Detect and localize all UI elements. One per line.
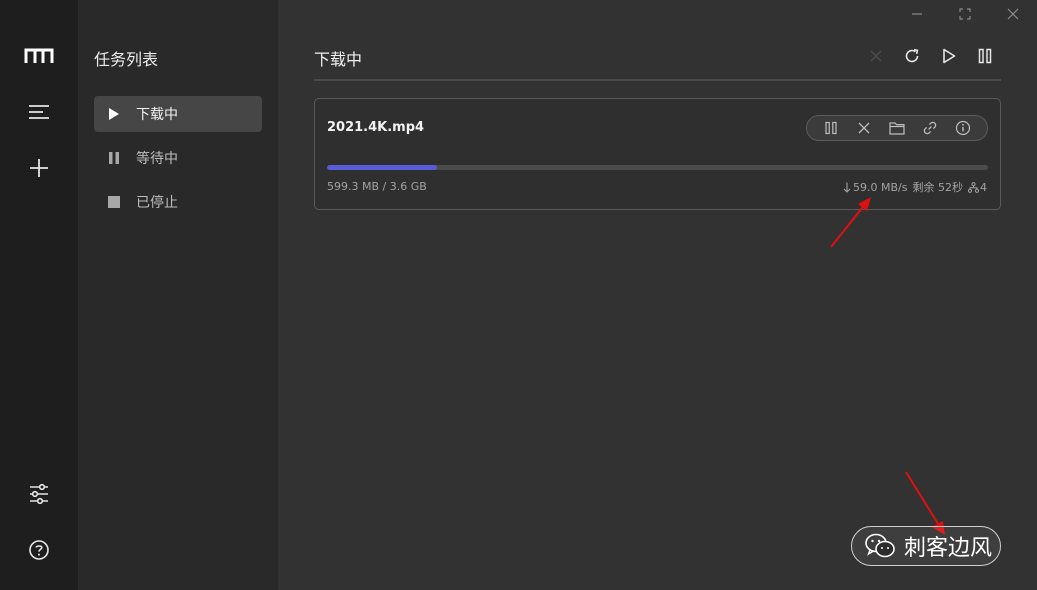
arrow-down-icon <box>843 182 851 193</box>
close-window-button[interactable] <box>1001 4 1025 24</box>
delete-task-button[interactable] <box>854 118 874 138</box>
folder-icon <box>889 122 905 135</box>
pause-all-button[interactable] <box>973 44 997 68</box>
task-list-sidebar: 任务列表 下载中 等待中 已停止 <box>78 0 278 590</box>
help-icon[interactable] <box>19 530 59 570</box>
logo-icon[interactable] <box>19 36 59 76</box>
progress-bar <box>327 165 988 170</box>
add-icon[interactable] <box>19 148 59 188</box>
watermark-badge: 刺客边风 <box>851 526 1001 566</box>
sidebar-item-stopped[interactable]: 已停止 <box>94 184 262 220</box>
minimize-window-button[interactable] <box>905 4 929 24</box>
task-size: 599.3 MB / 3.6 GB <box>327 180 427 193</box>
sidebar-item-label: 等待中 <box>136 151 178 167</box>
task-item[interactable]: 2021.4K.mp4 599.3 MB / 3.6 GB 59.0 MB/s … <box>314 98 1001 210</box>
pause-icon <box>978 48 992 64</box>
pause-icon <box>106 150 122 166</box>
pause-task-button[interactable] <box>821 118 841 138</box>
task-info-button[interactable] <box>953 118 973 138</box>
download-speed: 59.0 MB/s <box>853 180 908 194</box>
play-icon <box>943 48 956 64</box>
resume-all-button[interactable] <box>937 44 961 68</box>
page-title: 下载中 <box>314 50 363 69</box>
wechat-icon <box>864 532 896 560</box>
pause-icon <box>825 121 837 135</box>
refresh-button[interactable] <box>900 44 924 68</box>
task-actions <box>806 115 988 141</box>
connection-count: 4 <box>980 180 987 194</box>
header-divider <box>314 79 1001 81</box>
link-icon <box>923 121 937 135</box>
open-folder-button[interactable] <box>887 118 907 138</box>
progress-fill <box>327 165 437 170</box>
copy-link-button[interactable] <box>920 118 940 138</box>
sidebar-item-waiting[interactable]: 等待中 <box>94 140 262 176</box>
watermark-text: 刺客边风 <box>904 536 993 561</box>
task-filename: 2021.4K.mp4 <box>327 120 425 135</box>
stop-icon <box>106 194 122 210</box>
sidebar-item-label: 已停止 <box>136 195 178 211</box>
menu-icon[interactable] <box>19 92 59 132</box>
connections-icon <box>968 181 979 193</box>
sidebar-item-downloading[interactable]: 下载中 <box>94 96 262 132</box>
settings-sliders-icon[interactable] <box>19 474 59 514</box>
play-icon <box>106 106 122 122</box>
info-icon <box>955 120 970 136</box>
close-icon <box>870 50 882 62</box>
task-stats: 59.0 MB/s 剩余 52秒 4 <box>843 179 987 195</box>
sidebar-title: 任务列表 <box>94 50 159 69</box>
sidebar-item-label: 下载中 <box>136 107 178 123</box>
refresh-icon <box>905 48 919 63</box>
time-remaining: 剩余 52秒 <box>912 181 964 194</box>
close-icon <box>858 122 870 134</box>
delete-tasks-button[interactable] <box>864 44 888 68</box>
maximize-window-button[interactable] <box>953 4 977 24</box>
icon-rail <box>0 0 78 590</box>
